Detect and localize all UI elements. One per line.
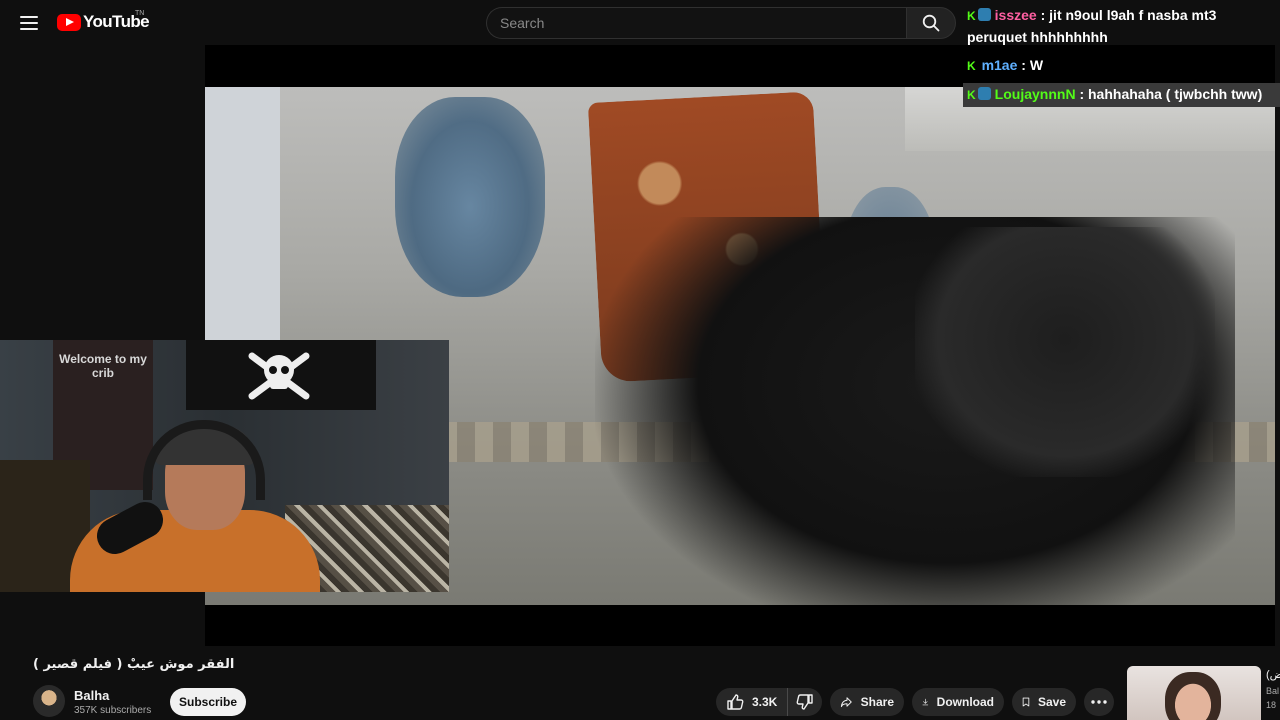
subscriber-badge-icon [977,8,991,21]
more-actions-button[interactable] [1084,688,1114,716]
save-button[interactable]: Save [1012,688,1076,716]
chat-username: isszee [994,7,1037,23]
subscriber-badge-icon [977,87,991,100]
chat-message: K LoujaynnnN : hahhahaha ( tjwbchh tww) [963,83,1280,107]
download-label: Download [936,695,994,709]
scene-person-head [915,227,1215,477]
video-title: الفقر موش عيبْ ( فيلم قصير ) [33,657,235,672]
download-button[interactable]: Download [912,688,1004,716]
download-icon [922,698,929,706]
recommended-video-channel: Bal [1266,686,1280,696]
like-count: 3.3K [752,695,778,709]
channel-avatar[interactable] [33,685,65,717]
youtube-play-icon [57,13,81,31]
dislike-button[interactable] [788,688,822,716]
thumbnail-person [1165,672,1221,720]
search-bar [486,7,956,39]
recommended-video-meta: 18 [1266,700,1277,710]
logo-country-code: TN [135,10,145,17]
kick-badge-icon: K [967,9,976,23]
recommended-video-title[interactable]: (ض [1266,668,1280,681]
channel-name[interactable]: Balha [74,688,109,703]
scene-wall [205,87,280,347]
recommended-video-thumbnail[interactable] [1127,666,1261,720]
thumbs-down-icon [796,694,813,710]
share-button[interactable]: Share [830,688,904,716]
chat-text: : hahhahaha ( tjwbchh tww) [1079,86,1263,102]
subscribe-button[interactable]: Subscribe [170,688,246,716]
thumbs-up-icon [727,694,744,710]
search-button[interactable] [906,7,956,39]
skull-flag-icon [248,352,310,400]
kick-badge-icon: K [967,59,976,73]
search-input[interactable] [486,7,906,39]
chat-overlay: Kisszee : jit n9oul l9ah f nasba mt3 per… [963,4,1280,107]
menu-icon[interactable] [18,13,40,33]
search-icon [922,14,940,32]
like-dislike-group: 3.3K [716,688,822,716]
subscriber-count: 357K subscribers [74,705,152,716]
share-label: Share [860,695,894,709]
more-horizontal-icon [1091,700,1107,704]
bookmark-icon [1022,697,1030,707]
save-label: Save [1037,695,1066,709]
webcam-banner-text: Welcome to my crib [59,352,147,380]
share-icon [840,697,852,708]
chat-text: : W [1021,57,1044,73]
chat-message: Kisszee : jit n9oul l9ah f nasba mt3 per… [963,4,1280,49]
like-button[interactable]: 3.3K [716,688,789,716]
chat-username: LoujaynnnN [994,86,1076,102]
scene-blue-bag [395,97,545,297]
webcam-overlay: Welcome to my crib [0,340,449,592]
chat-username: m1ae [981,57,1018,73]
chat-message: K m1ae : W [963,54,1280,78]
kick-badge-icon: K [967,88,976,102]
